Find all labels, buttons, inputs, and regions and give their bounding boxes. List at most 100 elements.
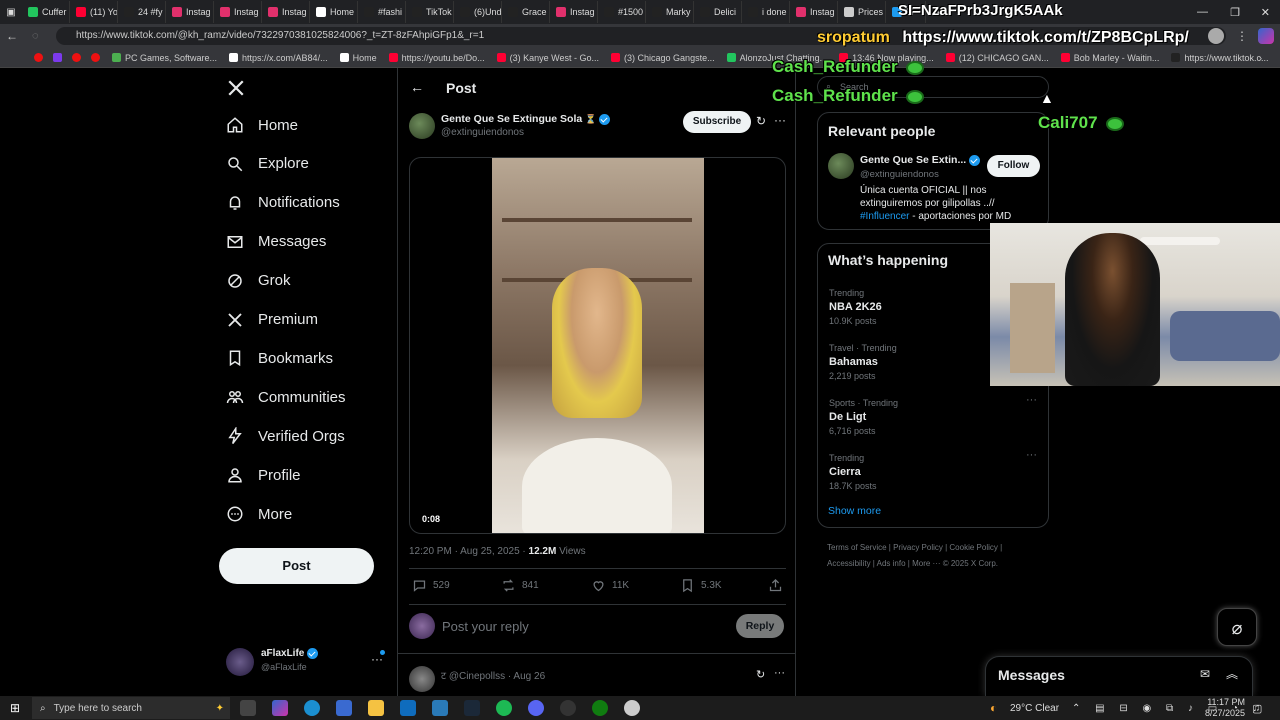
browser-tab[interactable]: Instag [214, 1, 262, 23]
bookmark-icon-red-1[interactable] [34, 53, 43, 62]
back-arrow-icon[interactable]: ← [410, 79, 424, 95]
new-message-icon[interactable]: ✉ [1200, 667, 1210, 681]
account-switcher[interactable]: aFlaxLife @aFlaxLife ··· [226, 646, 386, 680]
nav-item-profile[interactable]: Profile [226, 466, 301, 484]
file-explorer-icon[interactable] [368, 700, 384, 716]
reply-action[interactable]: 529 [412, 578, 450, 593]
trend-more-icon-3[interactable]: ··· [1026, 394, 1037, 406]
trend-item[interactable]: Travel · Trending Bahamas 2,219 posts [829, 343, 897, 381]
follow-button[interactable]: Follow [987, 155, 1040, 177]
trend-item[interactable]: Trending Cierra 18.7K posts [829, 453, 877, 491]
bookmark-item[interactable]: https://youtu.be/Do... [383, 53, 491, 63]
weather-icon[interactable]: ◐ [990, 701, 997, 715]
bio-hashtag-link[interactable]: #Influencer [860, 211, 909, 222]
like-action[interactable]: 11K [591, 578, 629, 593]
nav-item-more[interactable]: More [226, 505, 292, 523]
browser-tab[interactable]: (6)Und [454, 1, 502, 23]
post-more-icon[interactable]: ··· [774, 113, 786, 127]
x-logo-icon[interactable] [226, 79, 246, 97]
bookmark-action[interactable]: 5.3K [680, 578, 722, 593]
nav-item-home[interactable]: Home [226, 116, 298, 134]
maximize-icon[interactable]: ❐ [1230, 6, 1240, 19]
browser-tab[interactable]: Delici [694, 1, 742, 23]
clock-date[interactable]: 8/27/2025 [1205, 708, 1245, 719]
subscribe-button[interactable]: Subscribe [683, 111, 751, 133]
windows-start-icon[interactable]: ⊞ [10, 701, 20, 715]
window-menu-icon[interactable]: ▣ [0, 7, 22, 18]
minimize-icon[interactable]: — [1197, 6, 1208, 18]
browser-tab[interactable]: #fashi [358, 1, 406, 23]
show-more-link[interactable]: Show more [828, 505, 881, 517]
relevant-person-avatar[interactable] [828, 153, 854, 179]
trend-item[interactable]: Trending NBA 2K26 10.9K posts [829, 288, 882, 326]
browser-tab[interactable]: Prices [838, 1, 886, 23]
relevant-person-name[interactable]: Gente Que Se Extin... [860, 154, 966, 166]
profile-avatar-icon[interactable] [1208, 28, 1224, 44]
nav-item-premium[interactable]: Premium [226, 311, 318, 329]
browser-tab[interactable]: #1500 [598, 1, 646, 23]
author-handle[interactable]: @extinguiendonos [441, 127, 524, 138]
app-icon[interactable] [432, 700, 448, 716]
task-view-icon[interactable] [240, 700, 256, 716]
nav-item-grok[interactable]: Grok [226, 272, 291, 290]
edge-taskbar-icon[interactable] [304, 700, 320, 716]
outlook-icon[interactable] [400, 700, 416, 716]
notification-icon[interactable]: ▢ [1252, 702, 1262, 715]
nav-post-button[interactable]: Post [219, 548, 374, 584]
trend-item[interactable]: Sports · Trending De Ligt 6,716 posts [829, 398, 898, 436]
chrome-icon[interactable] [624, 700, 640, 716]
messages-drawer[interactable]: Messages ✉ ︽ [985, 656, 1253, 696]
spotify-icon[interactable] [496, 700, 512, 716]
browser-tab[interactable]: Instag [790, 1, 838, 23]
expand-drawer-icon[interactable]: ︽ [1226, 665, 1238, 682]
video-player[interactable]: 0:08 [409, 157, 786, 534]
copilot-taskbar-icon[interactable] [272, 700, 288, 716]
bookmark-item[interactable]: PC Games, Software... [106, 53, 223, 63]
bookmark-icon-red-2[interactable] [72, 53, 81, 62]
store-taskbar-icon[interactable] [336, 700, 352, 716]
browser-menu-icon[interactable]: ⋮ [1236, 29, 1248, 43]
close-window-icon[interactable]: ✕ [1261, 6, 1270, 19]
browser-tab[interactable]: TikTok [406, 1, 454, 23]
browser-tab[interactable]: Marky [646, 1, 694, 23]
reply-input[interactable]: Post your reply [442, 619, 529, 634]
nav-item-notifications[interactable]: Notifications [226, 194, 340, 212]
bookmarks-overflow-icon[interactable]: › [1259, 53, 1262, 63]
back-icon[interactable]: ← [6, 29, 18, 43]
browser-tab[interactable]: Instag [262, 1, 310, 23]
obs-icon[interactable] [560, 700, 576, 716]
post-timestamp[interactable]: 12:20 PM · Aug 25, 2025 · [409, 546, 529, 557]
bookmark-item[interactable]: Home [334, 53, 383, 63]
next-reply-more-icon[interactable]: ··· [774, 667, 785, 679]
browser-tab[interactable]: Cuffer [22, 1, 70, 23]
browser-tab[interactable]: Home [310, 1, 358, 23]
author-name[interactable]: Gente Que Se Extingue Sola [441, 113, 582, 125]
browser-tab[interactable]: Instag [166, 1, 214, 23]
bookmark-icon-purple[interactable] [53, 53, 62, 62]
bookmark-item[interactable]: (3) Kanye West - Go... [491, 53, 605, 63]
next-reply-grok-icon[interactable]: ↻ [756, 668, 765, 681]
next-reply-author[interactable]: ट @Cinepollss · Aug 26 [441, 668, 545, 682]
nav-item-communities[interactable]: Communities [226, 388, 346, 406]
grok-floating-button[interactable]: ⌀ [1217, 608, 1257, 646]
clock-time[interactable]: 11:17 PM [1205, 697, 1245, 708]
browser-tab[interactable]: Grace [502, 1, 550, 23]
bookmark-item[interactable]: Bob Marley - Waitin... [1055, 53, 1166, 63]
nav-item-explore[interactable]: Explore [226, 155, 309, 173]
trend-more-icon-4[interactable]: ··· [1026, 449, 1037, 461]
steam-icon[interactable] [464, 700, 480, 716]
taskbar-search[interactable]: ⌕ Type here to search ✦ [32, 697, 230, 719]
copilot-icon[interactable] [1258, 28, 1274, 44]
author-avatar[interactable] [409, 113, 435, 139]
browser-tab[interactable]: i done [742, 1, 790, 23]
bookmark-item[interactable]: https://x.com/AB84/... [223, 53, 334, 63]
bookmark-icon-red-3[interactable] [91, 53, 100, 62]
xbox-icon[interactable] [592, 700, 608, 716]
browser-tab[interactable]: 24 #fy [118, 1, 166, 23]
footer-links-1[interactable]: Terms of Service | Privacy Policy | Cook… [827, 543, 1002, 552]
browser-tab[interactable]: Instag [550, 1, 598, 23]
grok-icon[interactable]: ↻ [756, 114, 766, 128]
bookmark-item[interactable]: (3) Chicago Gangste... [605, 53, 721, 63]
footer-links-2[interactable]: Accessibility | Ads info | More ··· © 20… [827, 559, 998, 568]
nav-item-bookmarks[interactable]: Bookmarks [226, 349, 333, 367]
